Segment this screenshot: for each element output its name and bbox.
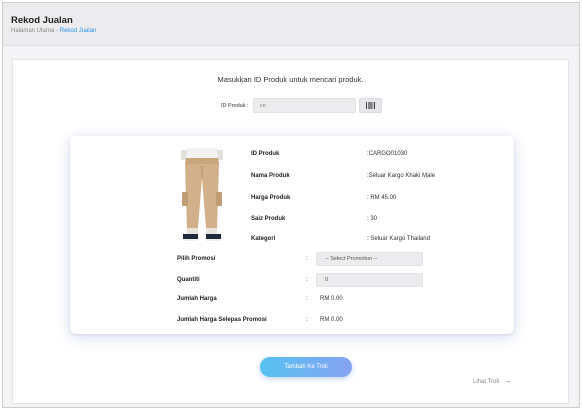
total-price-colon: : — [306, 296, 308, 302]
breadcrumb: Halaman Utama - Rekod Jualan — [11, 28, 96, 34]
sales-record-panel: Masukkan ID Produk untuk mencari produk.… — [12, 59, 569, 404]
barcode-scan-button[interactable] — [359, 98, 382, 113]
page-title: Rekod Jualan — [11, 15, 73, 26]
breadcrumb-home[interactable]: Halaman Utama — [11, 28, 54, 34]
product-id-field-label: ID Produk — [251, 151, 280, 157]
app-frame: Rekod Jualan Halaman Utama - Rekod Juala… — [2, 2, 580, 408]
product-id-input[interactable]: co — [253, 98, 356, 113]
product-size-value: : 30 — [367, 216, 378, 222]
search-prompt: Masukkan ID Produk untuk mencari produk. — [217, 75, 364, 84]
total-price-label: Jumlah Harga — [177, 296, 217, 302]
total-after-promo-label: Jumlah Harga Selepas Promosi — [177, 317, 267, 323]
product-name-value: :Seluar Kargo Khaki Male — [367, 173, 436, 179]
breadcrumb-current[interactable]: Rekod Jualan — [60, 28, 97, 34]
page-header: Rekod Jualan Halaman Utama - Rekod Juala… — [3, 3, 579, 46]
promo-label: Pilih Promosi — [177, 256, 216, 262]
product-category-label: Kategori — [251, 236, 276, 242]
product-details-card: ID Produk :CARGO01030 Nama Produk :Selua… — [70, 136, 514, 334]
view-cart-label: Lihat Troli — [473, 378, 500, 385]
product-id-label: ID Produk : — [221, 103, 249, 109]
total-price-value: RM 0.00 — [320, 296, 343, 302]
product-price-value: : RM 45.00 — [367, 195, 397, 201]
product-category-value: : Seluar Kargo Thailand — [367, 236, 430, 242]
quantity-colon: : — [306, 277, 308, 283]
product-size-label: Saiz Produk — [251, 216, 286, 222]
promotion-select[interactable]: -- Select Promotion -- — [316, 252, 423, 266]
barcode-icon — [366, 102, 375, 109]
arrow-right-icon: → — [504, 378, 512, 385]
product-name-label: Nama Produk — [251, 173, 290, 179]
promo-colon: : — [306, 256, 308, 262]
khaki-cargo-pants-photo — [173, 148, 231, 244]
total-after-promo-colon: : — [306, 317, 308, 323]
view-cart-link[interactable]: Lihat Troli → — [473, 378, 511, 385]
product-price-label: Harga Produk — [251, 195, 291, 201]
quantity-label: Quantiti — [177, 277, 200, 283]
quantity-input[interactable]: 0 — [316, 273, 423, 287]
total-after-promo-value: RM 0.00 — [320, 317, 343, 323]
product-id-field-value: :CARGO01030 — [367, 151, 408, 157]
add-to-cart-button[interactable]: Tambah Ke Troli — [260, 357, 352, 377]
